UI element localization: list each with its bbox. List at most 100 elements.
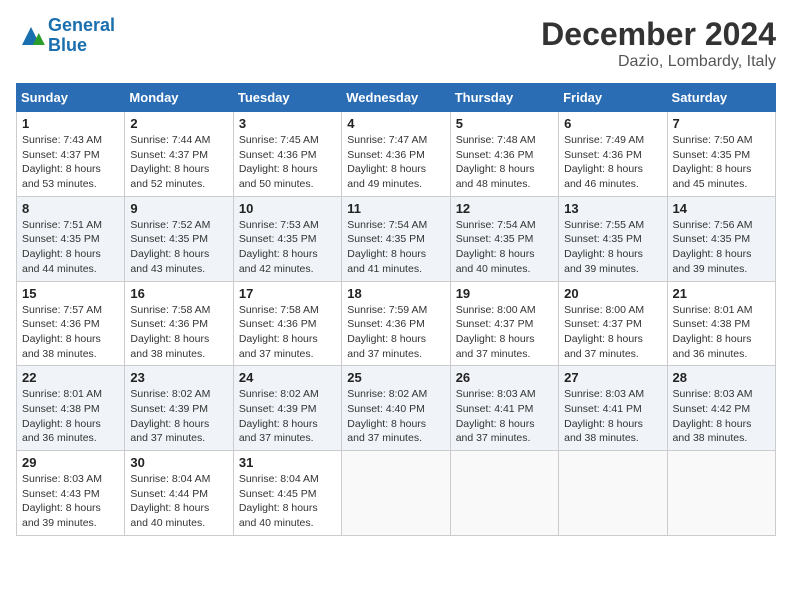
day-number: 4 (347, 116, 444, 131)
calendar-cell: 5Sunrise: 7:48 AMSunset: 4:36 PMDaylight… (450, 112, 558, 197)
day-info: Sunrise: 7:43 AMSunset: 4:37 PMDaylight:… (22, 133, 119, 192)
day-info: Sunrise: 7:54 AMSunset: 4:35 PMDaylight:… (347, 218, 444, 277)
day-number: 14 (673, 201, 770, 216)
calendar-cell: 9 Sunrise: 7:52 AMSunset: 4:35 PMDaylight… (125, 196, 233, 281)
calendar-cell: 1 Sunrise: 7:43 AMSunset: 4:37 PMDaylight… (17, 112, 125, 197)
day-info: Sunrise: 7:48 AMSunset: 4:36 PMDaylight:… (456, 133, 553, 192)
calendar-cell: 16Sunrise: 7:58 AMSunset: 4:36 PMDayligh… (125, 281, 233, 366)
calendar-cell (559, 451, 667, 536)
day-number: 10 (239, 201, 336, 216)
day-info: Sunrise: 7:57 AMSunset: 4:36 PMDaylight:… (22, 303, 119, 362)
day-number: 3 (239, 116, 336, 131)
day-info: Sunrise: 8:01 AMSunset: 4:38 PMDaylight:… (673, 303, 770, 362)
calendar-cell: 27 Sunrise: 8:03 AMSunset: 4:41 PMDayligh… (559, 366, 667, 451)
day-info: Sunrise: 8:01 AMSunset: 4:38 PMDaylight:… (22, 387, 119, 446)
day-number: 26 (456, 370, 553, 385)
calendar-cell (667, 451, 775, 536)
calendar-week-row: 29Sunrise: 8:03 AMSunset: 4:43 PMDayligh… (17, 451, 776, 536)
day-info: Sunrise: 8:02 AMSunset: 4:39 PMDaylight:… (239, 387, 336, 446)
calendar-cell: 7Sunrise: 7:50 AMSunset: 4:35 PMDaylight… (667, 112, 775, 197)
day-number: 7 (673, 116, 770, 131)
day-info: Sunrise: 8:02 AMSunset: 4:40 PMDaylight:… (347, 387, 444, 446)
weekday-header-friday: Friday (559, 84, 667, 112)
calendar-subtitle: Dazio, Lombardy, Italy (541, 53, 776, 71)
day-info: Sunrise: 8:00 AMSunset: 4:37 PMDaylight:… (456, 303, 553, 362)
day-number: 28 (673, 370, 770, 385)
calendar-cell (342, 451, 450, 536)
calendar-cell: 2Sunrise: 7:44 AMSunset: 4:37 PMDaylight… (125, 112, 233, 197)
day-number: 23 (130, 370, 227, 385)
calendar-cell: 24 Sunrise: 8:02 AMSunset: 4:39 PMDayligh… (233, 366, 341, 451)
calendar-cell: 31 Sunrise: 8:04 AMSunset: 4:45 PMDayligh… (233, 451, 341, 536)
day-info: Sunrise: 7:58 AMSunset: 4:36 PMDaylight:… (130, 303, 227, 362)
day-number: 31 (239, 455, 336, 470)
day-number: 15 (22, 286, 119, 301)
calendar-week-row: 22 Sunrise: 8:01 AMSunset: 4:38 PMDayligh… (17, 366, 776, 451)
calendar-table: SundayMondayTuesdayWednesdayThursdayFrid… (16, 83, 776, 536)
weekday-header-thursday: Thursday (450, 84, 558, 112)
day-info: Sunrise: 7:53 AMSunset: 4:35 PMDaylight:… (239, 218, 336, 277)
calendar-cell: 4 Sunrise: 7:47 AMSunset: 4:36 PMDaylight… (342, 112, 450, 197)
day-number: 30 (130, 455, 227, 470)
day-info: Sunrise: 7:58 AMSunset: 4:36 PMDaylight:… (239, 303, 336, 362)
day-number: 11 (347, 201, 444, 216)
day-info: Sunrise: 7:56 AMSunset: 4:35 PMDaylight:… (673, 218, 770, 277)
logo-icon (16, 21, 46, 51)
calendar-cell: 25Sunrise: 8:02 AMSunset: 4:40 PMDayligh… (342, 366, 450, 451)
calendar-cell: 21 Sunrise: 8:01 AMSunset: 4:38 PMDayligh… (667, 281, 775, 366)
day-info: Sunrise: 7:52 AMSunset: 4:35 PMDaylight:… (130, 218, 227, 277)
day-info: Sunrise: 8:00 AMSunset: 4:37 PMDaylight:… (564, 303, 661, 362)
weekday-header-sunday: Sunday (17, 84, 125, 112)
day-number: 24 (239, 370, 336, 385)
calendar-cell: 30 Sunrise: 8:04 AMSunset: 4:44 PMDayligh… (125, 451, 233, 536)
calendar-cell (450, 451, 558, 536)
calendar-title: December 2024 (541, 16, 776, 53)
day-info: Sunrise: 8:03 AMSunset: 4:43 PMDaylight:… (22, 472, 119, 531)
calendar-cell: 23Sunrise: 8:02 AMSunset: 4:39 PMDayligh… (125, 366, 233, 451)
day-number: 2 (130, 116, 227, 131)
day-number: 17 (239, 286, 336, 301)
day-number: 19 (456, 286, 553, 301)
day-number: 9 (130, 201, 227, 216)
day-info: Sunrise: 7:47 AMSunset: 4:36 PMDaylight:… (347, 133, 444, 192)
day-number: 13 (564, 201, 661, 216)
calendar-week-row: 1 Sunrise: 7:43 AMSunset: 4:37 PMDaylight… (17, 112, 776, 197)
day-info: Sunrise: 7:45 AMSunset: 4:36 PMDaylight:… (239, 133, 336, 192)
day-number: 21 (673, 286, 770, 301)
day-number: 1 (22, 116, 119, 131)
calendar-cell: 19 Sunrise: 8:00 AMSunset: 4:37 PMDayligh… (450, 281, 558, 366)
page-container: General Blue December 2024 Dazio, Lombar… (16, 16, 776, 536)
calendar-cell: 8 Sunrise: 7:51 AMSunset: 4:35 PMDaylight… (17, 196, 125, 281)
calendar-cell: 6 Sunrise: 7:49 AMSunset: 4:36 PMDaylight… (559, 112, 667, 197)
calendar-cell: 28 Sunrise: 8:03 AMSunset: 4:42 PMDayligh… (667, 366, 775, 451)
calendar-cell: 18Sunrise: 7:59 AMSunset: 4:36 PMDayligh… (342, 281, 450, 366)
title-block: December 2024 Dazio, Lombardy, Italy (541, 16, 776, 71)
weekday-header-saturday: Saturday (667, 84, 775, 112)
calendar-cell: 15 Sunrise: 7:57 AMSunset: 4:36 PMDayligh… (17, 281, 125, 366)
day-info: Sunrise: 7:49 AMSunset: 4:36 PMDaylight:… (564, 133, 661, 192)
day-number: 8 (22, 201, 119, 216)
calendar-cell: 26 Sunrise: 8:03 AMSunset: 4:41 PMDayligh… (450, 366, 558, 451)
calendar-cell: 22 Sunrise: 8:01 AMSunset: 4:38 PMDayligh… (17, 366, 125, 451)
calendar-cell: 14 Sunrise: 7:56 AMSunset: 4:35 PMDayligh… (667, 196, 775, 281)
weekday-header-tuesday: Tuesday (233, 84, 341, 112)
day-number: 12 (456, 201, 553, 216)
day-info: Sunrise: 8:04 AMSunset: 4:45 PMDaylight:… (239, 472, 336, 531)
day-info: Sunrise: 8:04 AMSunset: 4:44 PMDaylight:… (130, 472, 227, 531)
calendar-cell: 17 Sunrise: 7:58 AMSunset: 4:36 PMDayligh… (233, 281, 341, 366)
day-number: 27 (564, 370, 661, 385)
calendar-cell: 13Sunrise: 7:55 AMSunset: 4:35 PMDayligh… (559, 196, 667, 281)
page-header: General Blue December 2024 Dazio, Lombar… (16, 16, 776, 71)
logo-text: General Blue (48, 16, 115, 56)
day-number: 6 (564, 116, 661, 131)
logo: General Blue (16, 16, 115, 56)
calendar-cell: 29Sunrise: 8:03 AMSunset: 4:43 PMDayligh… (17, 451, 125, 536)
day-info: Sunrise: 8:03 AMSunset: 4:41 PMDaylight:… (456, 387, 553, 446)
day-info: Sunrise: 8:03 AMSunset: 4:42 PMDaylight:… (673, 387, 770, 446)
day-number: 18 (347, 286, 444, 301)
calendar-cell: 3 Sunrise: 7:45 AMSunset: 4:36 PMDaylight… (233, 112, 341, 197)
day-number: 22 (22, 370, 119, 385)
day-info: Sunrise: 7:51 AMSunset: 4:35 PMDaylight:… (22, 218, 119, 277)
day-info: Sunrise: 8:03 AMSunset: 4:41 PMDaylight:… (564, 387, 661, 446)
weekday-header-monday: Monday (125, 84, 233, 112)
